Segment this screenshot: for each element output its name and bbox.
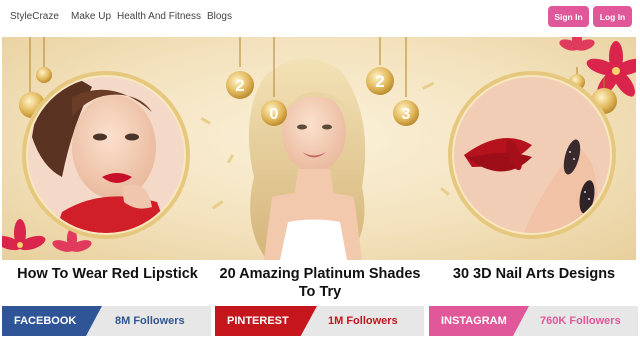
instagram-follower-count: 760K Followers	[540, 315, 621, 327]
nav-item-blogs[interactable]: Blogs	[207, 11, 232, 22]
site-logo[interactable]: StyleCraze	[10, 11, 59, 22]
article-title-nail-arts[interactable]: 30 3D Nail Arts Designs	[428, 265, 640, 283]
year-digit-1: 2	[235, 76, 244, 95]
red-lipstick-thumbnail	[22, 71, 190, 239]
hero-banner: 2 0 2 3	[2, 37, 636, 260]
pinterest-follower-count: 1M Followers	[328, 315, 398, 327]
year-digit-3: 2	[375, 72, 384, 91]
pinterest-label: PINTEREST	[215, 306, 317, 336]
site-header: StyleCraze Make Up Health And Fitness Bl…	[0, 0, 640, 36]
hero-illustration: 2 0 2 3	[2, 37, 636, 260]
article-title-platinum-shades[interactable]: 20 Amazing Platinum Shades To Try	[212, 265, 428, 301]
year-digit-2: 0	[270, 106, 279, 123]
facebook-followers-card[interactable]: FACEBOOK 8M Followers	[2, 306, 211, 336]
instagram-followers-card[interactable]: INSTAGRAM 760K Followers	[429, 306, 638, 336]
facebook-label: FACEBOOK	[2, 306, 102, 336]
platinum-hair-model	[248, 58, 366, 260]
nav-item-makeup[interactable]: Make Up	[71, 11, 111, 22]
facebook-follower-count: 8M Followers	[115, 315, 185, 327]
main-nav: Make Up Health And Fitness Blogs	[71, 11, 232, 22]
year-digit-4: 3	[402, 106, 411, 123]
pinterest-followers-card[interactable]: PINTEREST 1M Followers	[215, 306, 424, 336]
article-title-red-lipstick[interactable]: How To Wear Red Lipstick	[0, 265, 215, 283]
instagram-label: INSTAGRAM	[429, 306, 529, 336]
article-titles: How To Wear Red Lipstick 20 Amazing Plat…	[0, 262, 640, 304]
nav-item-health-fitness[interactable]: Health And Fitness	[117, 11, 201, 22]
log-in-button[interactable]: Log In	[593, 6, 632, 27]
sign-in-button[interactable]: Sign In	[548, 6, 589, 27]
